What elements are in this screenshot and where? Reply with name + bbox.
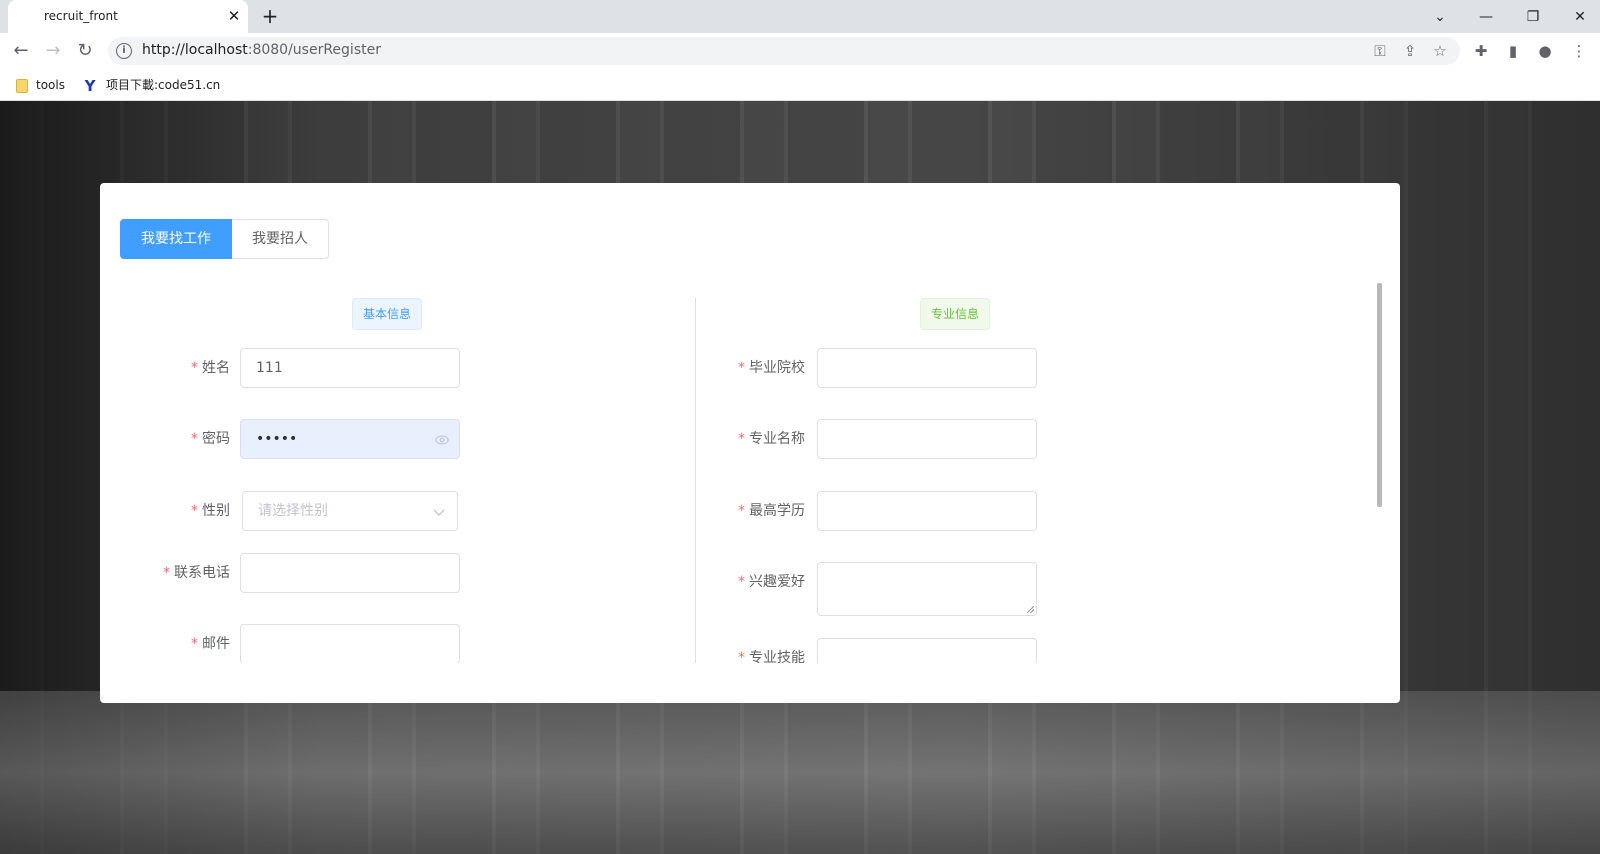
site-logo-icon: Y — [84, 76, 96, 95]
reload-icon[interactable]: ↻ — [72, 38, 98, 64]
chevron-down-icon — [433, 509, 445, 516]
hobbies-textarea[interactable] — [817, 562, 1037, 616]
menu-kebab-icon[interactable]: ⋮ — [1566, 38, 1592, 64]
register-card: 我要找工作 我要招人 基本信息 * 姓名 111 * 密码 ••••• * 性别 请选… — [100, 183, 1400, 703]
label-hobbies: * 兴趣爱好 — [738, 574, 805, 590]
restore-icon[interactable]: ❐ — [1520, 4, 1546, 30]
label-skills: * 专业技能 — [738, 650, 805, 663]
gender-select[interactable]: 请选择性别 — [242, 491, 458, 531]
browser-toolbar: ← → ↻ i http://localhost:8080/userRegist… — [0, 33, 1600, 69]
gender-placeholder: 请选择性别 — [258, 503, 328, 519]
form-scrollbar[interactable] — [1377, 283, 1382, 507]
label-education: * 最高学历 — [738, 503, 805, 519]
email-input[interactable] — [240, 624, 460, 663]
address-bar[interactable]: i http://localhost:8080/userRegister ⚿ ⇪… — [108, 37, 1460, 65]
forward-icon[interactable]: → — [40, 38, 66, 64]
password-input[interactable]: ••••• — [240, 419, 460, 459]
label-phone: * 联系电话 — [163, 565, 230, 581]
bookmark-code51[interactable]: Y 项目下載:code51.cn — [82, 76, 221, 95]
close-window-icon[interactable]: ✕ — [1567, 4, 1593, 30]
label-major: * 专业名称 — [738, 431, 805, 447]
folder-icon — [16, 78, 28, 93]
section-tag-professional: 专业信息 — [920, 298, 991, 330]
tab-search-icon[interactable]: ⌄ — [1427, 4, 1453, 30]
bookmark-tools[interactable]: tools — [16, 76, 65, 94]
back-icon[interactable]: ← — [8, 38, 34, 64]
password-value: ••••• — [256, 431, 298, 447]
minimize-icon[interactable]: — — [1473, 4, 1499, 30]
side-panel-icon[interactable]: ▮ — [1500, 38, 1526, 64]
new-tab-button[interactable]: + — [258, 5, 282, 29]
major-input[interactable] — [817, 419, 1037, 459]
role-switch: 我要找工作 我要招人 — [120, 219, 329, 259]
label-email: * 邮件 — [191, 636, 230, 652]
bookmark-star-icon[interactable]: ☆ — [1428, 39, 1452, 63]
share-icon[interactable]: ⇪ — [1398, 39, 1422, 63]
resize-grip-icon[interactable] — [1027, 606, 1034, 613]
bookmarks-bar: tools Y 项目下載:code51.cn — [0, 69, 1600, 101]
education-input[interactable] — [817, 491, 1037, 531]
eye-icon[interactable] — [435, 433, 449, 447]
close-tab-icon[interactable]: ✕ — [223, 5, 245, 27]
register-form: 基本信息 * 姓名 111 * 密码 ••••• * 性别 请选择性别 * 联系电话 *… — [120, 298, 1360, 663]
browser-tabstrip: recruit_front ✕ + ⌄ — ❐ ✕ — [0, 0, 1600, 33]
label-school: * 毕业院校 — [738, 360, 805, 376]
site-info-icon[interactable]: i — [116, 43, 132, 59]
background-photo-floor — [0, 691, 1600, 854]
school-input[interactable] — [817, 348, 1037, 388]
tab-title: recruit_front — [44, 9, 118, 23]
extensions-icon[interactable]: ✚ — [1468, 38, 1494, 64]
label-gender: * 性别 — [191, 503, 230, 519]
page-favicon — [22, 10, 36, 24]
browser-tab[interactable]: recruit_front ✕ — [8, 0, 248, 33]
phone-input[interactable] — [240, 553, 460, 593]
label-password: * 密码 — [191, 431, 230, 447]
skills-input[interactable] — [817, 638, 1037, 663]
url-text: http://localhost:8080/userRegister — [142, 42, 381, 58]
section-tag-basic: 基本信息 — [352, 298, 423, 330]
profile-avatar-icon[interactable]: ● — [1532, 38, 1558, 64]
name-input[interactable]: 111 — [240, 348, 460, 388]
key-icon[interactable]: ⚿ — [1368, 39, 1392, 63]
tab-employer[interactable]: 我要招人 — [232, 219, 329, 259]
label-name: * 姓名 — [191, 360, 230, 376]
tab-job-seeker[interactable]: 我要找工作 — [120, 219, 232, 259]
